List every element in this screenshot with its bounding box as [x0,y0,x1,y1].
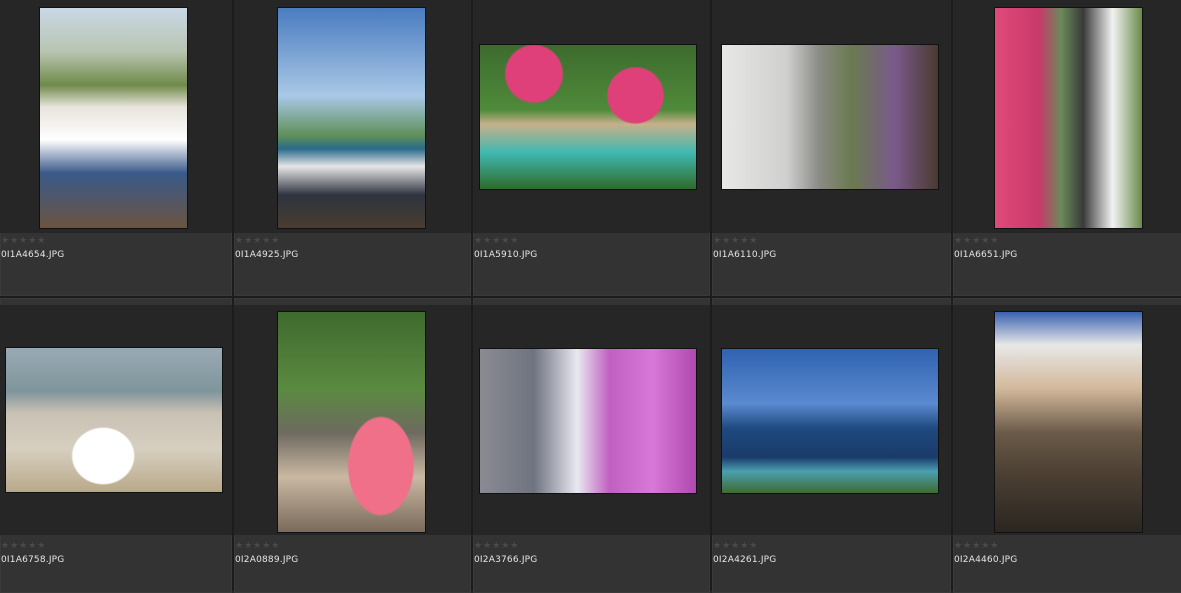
thumbnail-cell[interactable]: ★★★★★ 0I1A4654.JPG [0,0,232,296]
photo-thumbnail[interactable] [480,349,696,493]
thumbnail-frame [473,305,710,535]
filename-label: 0I2A4460.JPG [954,555,1018,565]
thumbnail-frame [473,0,710,233]
photo-thumbnail[interactable] [995,8,1142,228]
filename-label: 0I1A4925.JPG [235,250,299,260]
thumbnail-cell[interactable]: ★★★★★ 0I1A6758.JPG [0,298,232,593]
thumbnail-cell[interactable]: ★★★★★ 0I1A6651.JPG [953,0,1181,296]
thumbnail-frame [953,305,1181,535]
rating-stars[interactable]: ★★★★★ [1,541,46,551]
photo-thumbnail[interactable] [995,312,1142,532]
filename-label: 0I1A5910.JPG [474,250,538,260]
thumbnail-frame [234,0,471,233]
photo-thumbnail[interactable] [40,8,187,228]
rating-stars[interactable]: ★★★★★ [1,236,46,246]
thumbnail-frame [0,0,232,233]
filename-label: 0I1A6110.JPG [713,250,777,260]
filename-label: 0I1A6758.JPG [1,555,65,565]
rating-stars[interactable]: ★★★★★ [713,541,758,551]
rating-stars[interactable]: ★★★★★ [474,236,519,246]
photo-thumbnail[interactable] [722,45,938,189]
filename-label: 0I2A4261.JPG [713,555,777,565]
thumbnail-frame [234,305,471,535]
filename-label: 0I2A0889.JPG [235,555,299,565]
rating-stars[interactable]: ★★★★★ [474,541,519,551]
thumbnail-frame [712,0,951,233]
rating-stars[interactable]: ★★★★★ [954,236,999,246]
thumbnail-frame [0,305,232,535]
thumbnail-cell[interactable]: ★★★★★ 0I2A3766.JPG [473,298,710,593]
thumbnail-cell[interactable]: ★★★★★ 0I2A4261.JPG [712,298,951,593]
thumbnail-frame [953,0,1181,233]
photo-thumbnail[interactable] [6,348,222,492]
photo-thumbnail[interactable] [278,8,425,228]
rating-stars[interactable]: ★★★★★ [235,541,280,551]
thumbnail-cell[interactable]: ★★★★★ 0I2A0889.JPG [234,298,471,593]
filename-label: 0I1A4654.JPG [1,250,65,260]
thumbnail-cell[interactable]: ★★★★★ 0I1A6110.JPG [712,0,951,296]
filename-label: 0I2A3766.JPG [474,555,538,565]
rating-stars[interactable]: ★★★★★ [235,236,280,246]
thumbnail-cell[interactable]: ★★★★★ 0I1A4925.JPG [234,0,471,296]
filename-label: 0I1A6651.JPG [954,250,1018,260]
thumbnail-frame [712,305,951,535]
rating-stars[interactable]: ★★★★★ [713,236,758,246]
rating-stars[interactable]: ★★★★★ [954,541,999,551]
photo-thumbnail[interactable] [278,312,425,532]
thumbnail-grid: ★★★★★ 0I1A4654.JPG ★★★★★ 0I1A4925.JPG ★★… [0,0,1181,593]
photo-thumbnail[interactable] [722,349,938,493]
thumbnail-cell[interactable]: ★★★★★ 0I2A4460.JPG [953,298,1181,593]
thumbnail-cell[interactable]: ★★★★★ 0I1A5910.JPG [473,0,710,296]
photo-thumbnail[interactable] [480,45,696,189]
